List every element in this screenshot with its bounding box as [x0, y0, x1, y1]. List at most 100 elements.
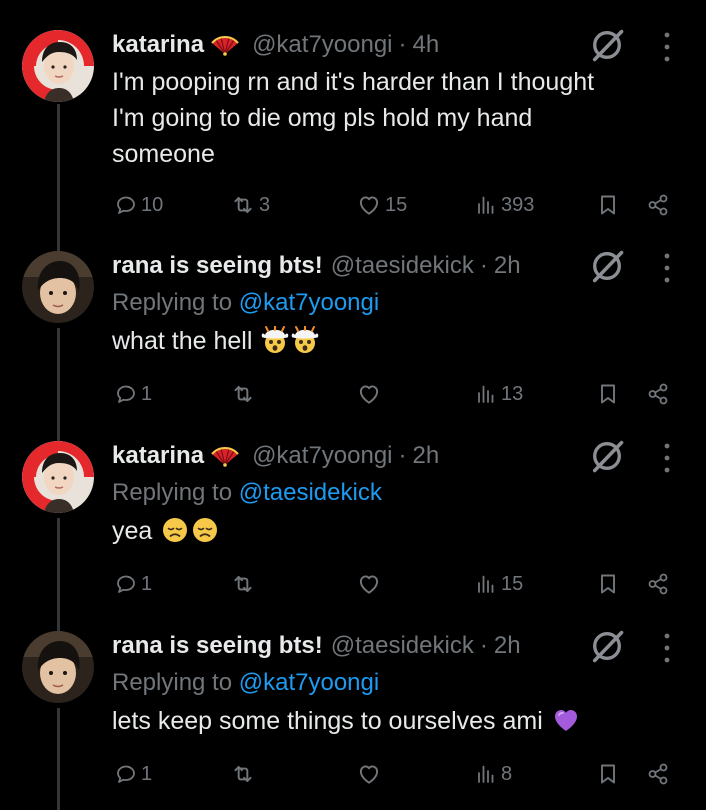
- heart-icon: [359, 575, 379, 594]
- purple-heart-emoji: [553, 709, 578, 732]
- avatar[interactable]: [22, 251, 94, 323]
- separator: ·: [479, 632, 488, 659]
- grok-icon[interactable]: [588, 437, 626, 475]
- fan-emoji: [211, 446, 240, 467]
- views-button[interactable]: 393: [474, 188, 534, 222]
- like-count: 15: [385, 193, 408, 216]
- display-name[interactable]: katarina: [112, 31, 204, 59]
- share-icon: [648, 194, 668, 216]
- retweet-count: 3: [259, 193, 271, 216]
- retweet-button[interactable]: [230, 377, 256, 411]
- reply-button[interactable]: 10: [114, 188, 163, 222]
- tweet-text: yea: [112, 513, 672, 549]
- retweet-icon: [234, 196, 252, 214]
- bookmark-icon: [601, 764, 615, 784]
- views-button[interactable]: 15: [474, 567, 523, 601]
- share-button[interactable]: [646, 188, 670, 222]
- exploding-head-emoji: [291, 326, 320, 354]
- reply-mention-link[interactable]: @taesidekick: [239, 479, 382, 506]
- replying-to: Replying to @kat7yoongi: [112, 289, 380, 316]
- like-button[interactable]: [356, 567, 382, 601]
- handle[interactable]: @taesidekick: [331, 252, 474, 280]
- retweet-button[interactable]: [230, 567, 256, 601]
- thread-line-3: [57, 518, 60, 631]
- share-icon: [648, 573, 668, 595]
- separator: ·: [398, 31, 407, 58]
- reply-button[interactable]: 1: [114, 757, 152, 791]
- bookmark-icon: [601, 384, 615, 404]
- display-name[interactable]: rana is seeing bts!: [112, 632, 323, 660]
- tweet-actions: 1 8: [112, 757, 672, 791]
- views-count: 15: [501, 572, 524, 595]
- disappointed-face-emoji: [162, 517, 189, 543]
- more-icon[interactable]: [662, 251, 672, 285]
- heart-icon: [359, 765, 379, 784]
- reply-icon: [117, 385, 135, 403]
- reply-count: 1: [141, 572, 153, 595]
- display-name[interactable]: rana is seeing bts!: [112, 252, 323, 280]
- more-icon[interactable]: [662, 30, 672, 64]
- views-count: 393: [501, 193, 535, 216]
- avatar[interactable]: [22, 30, 94, 102]
- heart-icon: [359, 385, 379, 404]
- share-button[interactable]: [646, 567, 670, 601]
- thread-line-2: [57, 328, 60, 441]
- reply-mention-link[interactable]: @kat7yoongi: [239, 289, 379, 316]
- retweet-button[interactable]: [230, 757, 256, 791]
- views-button[interactable]: 13: [474, 377, 523, 411]
- avatar[interactable]: [22, 631, 94, 703]
- display-name[interactable]: katarina: [112, 442, 204, 470]
- views-button[interactable]: 8: [474, 757, 512, 791]
- share-button[interactable]: [646, 757, 670, 791]
- bookmark-button[interactable]: [596, 757, 620, 791]
- bookmark-button[interactable]: [596, 567, 620, 601]
- views-icon: [478, 765, 494, 783]
- bookmark-button[interactable]: [596, 377, 620, 411]
- grok-icon[interactable]: [588, 627, 626, 665]
- timestamp[interactable]: 4h: [413, 31, 440, 59]
- timestamp[interactable]: 2h: [413, 442, 440, 470]
- more-icon[interactable]: [662, 441, 672, 475]
- more-icon[interactable]: [662, 631, 672, 665]
- bookmark-button[interactable]: [596, 188, 620, 222]
- separator: ·: [398, 442, 407, 469]
- timestamp[interactable]: 2h: [494, 252, 521, 280]
- avatar[interactable]: [22, 441, 94, 513]
- retweet-button[interactable]: 3: [230, 188, 270, 222]
- tweet-actions: 10 3 15 393: [112, 188, 672, 222]
- replying-to: Replying to @taesidekick: [112, 479, 382, 506]
- heart-icon: [359, 196, 379, 215]
- separator: ·: [479, 252, 488, 279]
- reply-icon: [117, 196, 135, 214]
- like-button[interactable]: [356, 377, 382, 411]
- thread-line-4: [57, 708, 60, 810]
- tweet-text: lets keep some things to ourselves ami: [112, 703, 672, 739]
- timestamp[interactable]: 2h: [494, 632, 521, 660]
- handle[interactable]: @kat7yoongi: [252, 442, 392, 470]
- reply-icon: [117, 575, 135, 593]
- reply-button[interactable]: 1: [114, 567, 152, 601]
- reply-mention-link[interactable]: @kat7yoongi: [239, 669, 379, 696]
- reply-button[interactable]: 1: [114, 377, 152, 411]
- share-button[interactable]: [646, 377, 670, 411]
- reply-icon: [117, 765, 135, 783]
- like-button[interactable]: [356, 757, 382, 791]
- tweet-text: what the hell: [112, 323, 672, 359]
- exploding-head-emoji: [261, 326, 290, 354]
- grok-icon[interactable]: [588, 247, 626, 285]
- handle[interactable]: @taesidekick: [331, 632, 474, 660]
- thread-line-1: [57, 104, 60, 251]
- retweet-icon: [234, 575, 252, 593]
- like-button[interactable]: 15: [356, 188, 407, 222]
- tweet-text: I'm pooping rn and it's harder than I th…: [112, 68, 595, 168]
- replying-to: Replying to @kat7yoongi: [112, 669, 380, 696]
- reply-count: 1: [141, 382, 153, 405]
- share-icon: [648, 763, 668, 785]
- views-count: 13: [501, 382, 524, 405]
- bookmark-icon: [601, 574, 615, 594]
- fan-emoji: [211, 35, 240, 56]
- handle[interactable]: @kat7yoongi: [252, 31, 392, 59]
- views-icon: [478, 575, 494, 593]
- retweet-icon: [234, 765, 252, 783]
- grok-icon[interactable]: [588, 26, 626, 64]
